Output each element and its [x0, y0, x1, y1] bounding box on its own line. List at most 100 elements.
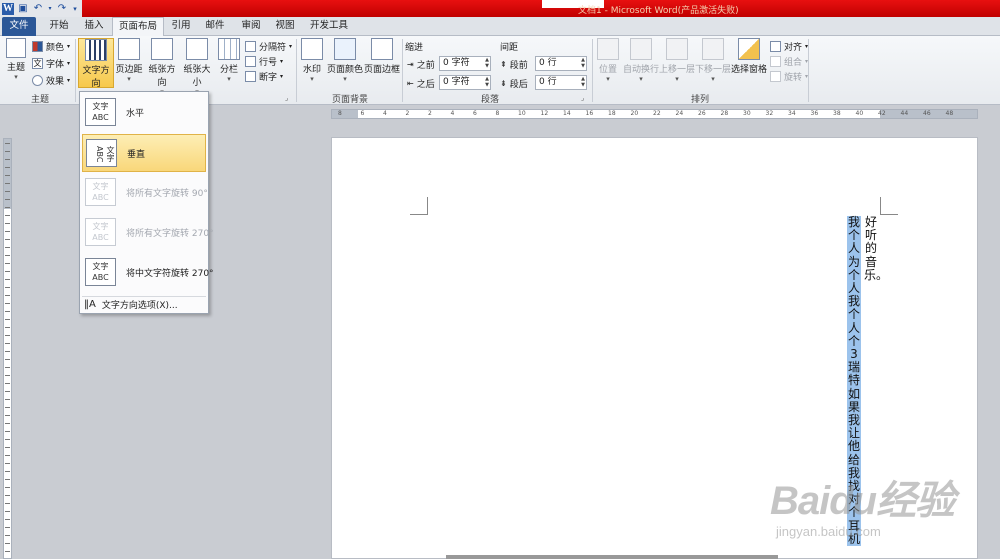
ruler-tick-label: 16 [585, 110, 594, 117]
orientation-icon [151, 38, 173, 60]
page-color-button[interactable]: 页面颜色 ▾ [327, 38, 363, 88]
group-icon [770, 56, 781, 67]
vertical-text-column-1[interactable]: 好听的音乐。 [864, 215, 888, 282]
ruler-tick-label: 6 [473, 110, 477, 117]
theme-fonts-button[interactable]: 文字体 ▾ [32, 57, 70, 70]
group-button[interactable]: 组合 ▾ [770, 55, 808, 68]
watermark-button[interactable]: 水印 ▾ [300, 38, 324, 88]
tab-insert[interactable]: 插入 [78, 17, 110, 36]
page-borders-icon [371, 38, 393, 60]
ruler-tick-label: 26 [698, 110, 706, 117]
ruler-tick-label: 6 [360, 110, 365, 117]
ruler-tick-label: 30 [743, 110, 751, 117]
hyphenation-button[interactable]: 断字 ▾ [245, 70, 283, 83]
space-after-input[interactable]: 0 行 [535, 75, 587, 90]
margins-icon [118, 38, 140, 60]
columns-button[interactable]: 分栏 ▾ [218, 38, 240, 88]
vertical-ruler-tick [5, 215, 10, 216]
text-direction-options[interactable]: ‖A 文字方向选项(X)... [84, 298, 178, 311]
baidu-watermark: Baidu经验 jingyan.baidu.com [770, 479, 955, 539]
bring-forward-button[interactable]: 上移一层 ▾ [659, 38, 695, 88]
vertical-ruler-tick [5, 543, 10, 544]
indent-heading: 缩进 [405, 43, 424, 53]
tab-review[interactable]: 审阅 [236, 17, 266, 36]
orientation-button[interactable]: 纸张方向 ▾ [145, 38, 179, 96]
vertical-ruler-tick [5, 439, 10, 440]
rotate-button[interactable]: 旋转 ▾ [770, 70, 808, 83]
vertical-ruler-tick [5, 183, 10, 184]
text-direction-button[interactable]: 文字方向 ▾ [78, 38, 114, 97]
align-button[interactable]: 对齐 ▾ [770, 40, 808, 53]
tab-file[interactable]: 文件 [2, 17, 36, 36]
margins-button[interactable]: 页边距 ▾ [115, 38, 143, 88]
vertical-ruler-tick [5, 519, 10, 520]
ruler-tick-label: 32 [765, 110, 774, 117]
line-numbers-icon [245, 56, 256, 67]
page-size-icon [186, 38, 208, 60]
menu-item-horizontal[interactable]: 文字 ABC 水平 [82, 94, 206, 132]
breaks-icon [245, 41, 256, 52]
line-numbers-button[interactable]: 行号 ▾ [245, 55, 283, 68]
menu-item-vertical[interactable]: 文字 ABC 垂直 [82, 134, 206, 172]
vertical-ruler-tick [5, 327, 10, 328]
tab-page-layout[interactable]: 页面布局 [112, 17, 164, 37]
tab-references[interactable]: 引用 [166, 17, 196, 36]
send-backward-icon [702, 38, 724, 60]
vertical-ruler-tick [5, 279, 10, 280]
vertical-ruler-tick [5, 367, 10, 368]
tab-developer[interactable]: 开发工具 [306, 17, 352, 36]
crop-mark-top-right [880, 197, 898, 215]
ruler-tick-label: 42 [878, 110, 886, 117]
vertical-ruler-tick [5, 455, 10, 456]
page-borders-button[interactable]: 页面边框 [364, 38, 400, 88]
menu-item-rotate-90[interactable]: 文字 ABC 将所有文字旋转 90° [82, 174, 208, 212]
position-button[interactable]: 位置 ▾ [596, 38, 620, 88]
columns-icon [218, 38, 240, 60]
indent-before-input[interactable]: 0 字符 [439, 56, 491, 71]
undo-icon[interactable]: ↶ [32, 3, 44, 15]
breaks-button[interactable]: 分隔符 ▾ [245, 40, 292, 53]
ruler-tick-label: 20 [630, 110, 639, 117]
customize-toolbar-icon[interactable]: ▾ [71, 3, 79, 15]
effects-icon [32, 75, 43, 86]
vertical-ruler-tick [5, 535, 10, 536]
vertical-ruler-tick [5, 191, 10, 192]
save-icon[interactable]: ▣ [17, 3, 29, 15]
ruler-tick-label: 2 [428, 110, 432, 117]
vertical-ruler-tick [5, 295, 10, 296]
paragraph-launcher-icon[interactable]: ⌟ [581, 94, 589, 102]
vertical-ruler-tick [5, 423, 10, 424]
space-before-input[interactable]: 0 行 [535, 56, 587, 71]
undo-dropdown-icon[interactable]: ▾ [47, 3, 53, 15]
send-backward-button[interactable]: 下移一层 ▾ [695, 38, 731, 88]
tab-view[interactable]: 视图 [270, 17, 300, 36]
wrap-text-button[interactable]: 自动换行 ▾ [623, 38, 659, 88]
ruler-tick-label: 2 [405, 110, 410, 117]
menu-item-rotate-270[interactable]: 文字 ABC 将所有文字旋转 270° [82, 214, 214, 252]
theme-colors-button[interactable]: 颜色 ▾ [32, 40, 70, 53]
page-color-icon [334, 38, 356, 60]
indent-after-input[interactable]: 0 字符 [439, 75, 491, 90]
selection-pane-button[interactable]: 选择窗格 [731, 38, 767, 88]
theme-effects-button[interactable]: 效果 ▾ [32, 74, 70, 87]
ruler-tick-label: 18 [608, 110, 616, 117]
ruler-tick-label: 14 [563, 110, 571, 117]
tab-mailings[interactable]: 邮件 [200, 17, 230, 36]
menu-item-rotate-cjk-270[interactable]: 文字 ABC 将中文字符旋转 270° [82, 254, 214, 292]
horizontal-ruler[interactable]: 8 6 4 2 2 4 6 8 10 12 14 16 18 20 22 24 26 28 30 32 34 36 38 40… [331, 109, 978, 119]
themes-button[interactable]: 主题 ▾ [3, 38, 29, 88]
size-button[interactable]: 纸张大小 ▾ [180, 38, 214, 96]
space-after-label: ⇟ 段后 [500, 79, 528, 90]
ruler-tick-label: 28 [720, 110, 729, 117]
space-before-label: ⇞ 段前 [500, 60, 528, 71]
window-title: 文档1 - Microsoft Word(产品激活失败) [578, 6, 739, 16]
indent-after-label: ⇤ 之后 [407, 79, 435, 90]
page-setup-launcher-icon[interactable]: ⌟ [285, 94, 293, 102]
horizontal-scrollbar[interactable] [446, 555, 778, 559]
ruler-tick-label: 22 [653, 110, 661, 117]
vertical-ruler-tick [5, 231, 10, 232]
vertical-ruler[interactable] [3, 138, 12, 559]
tab-home[interactable]: 开始 [40, 17, 78, 36]
redo-icon[interactable]: ↷ [56, 3, 68, 15]
vertical-ruler-tick [5, 471, 10, 472]
